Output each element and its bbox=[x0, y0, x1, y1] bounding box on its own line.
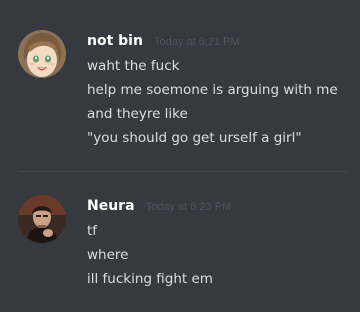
avatar[interactable] bbox=[18, 195, 66, 243]
message-line: and theyre like bbox=[87, 106, 188, 122]
timestamp: Today at 6:23 PM bbox=[145, 201, 232, 213]
message-line: help me soemone is arguing with me bbox=[87, 82, 338, 98]
message-header: not bin Today at 6:21 PM bbox=[87, 29, 240, 53]
person-photo-avatar-icon bbox=[18, 195, 66, 243]
message-content: waht the fuck help me soemone is arguing… bbox=[87, 54, 338, 150]
message-divider bbox=[18, 171, 348, 172]
username[interactable]: Neura bbox=[87, 198, 135, 214]
anime-girl-avatar-icon bbox=[18, 30, 66, 78]
message-header: Neura Today at 6:23 PM bbox=[87, 194, 231, 218]
message-line: tf bbox=[87, 223, 98, 239]
avatar[interactable] bbox=[18, 30, 66, 78]
message-line: where bbox=[87, 247, 129, 263]
username[interactable]: not bin bbox=[87, 33, 143, 49]
timestamp: Today at 6:21 PM bbox=[154, 36, 240, 48]
message-line: ill fucking fight em bbox=[87, 271, 213, 287]
message-content: tf where ill fucking fight em bbox=[87, 219, 213, 291]
message-line: waht the fuck bbox=[87, 58, 180, 74]
message-line: "you should go get urself a girl" bbox=[87, 130, 302, 146]
